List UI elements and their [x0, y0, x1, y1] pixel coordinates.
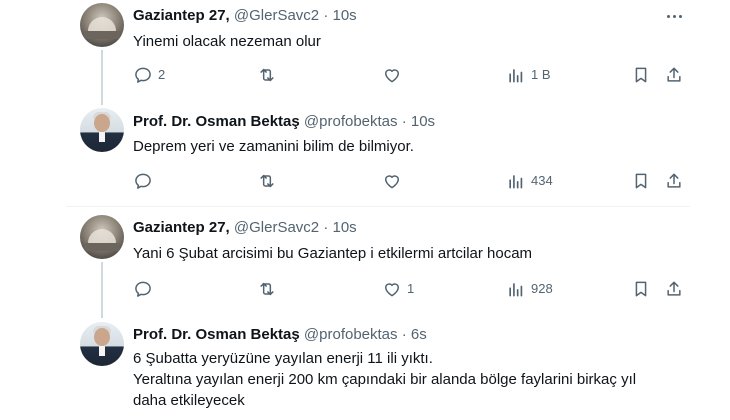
share-button[interactable] — [664, 170, 684, 192]
author-handle[interactable]: @GlerSavc2 — [234, 7, 319, 24]
tweet-text-line: daha etkileyecek — [133, 392, 245, 409]
retweet-icon — [260, 68, 274, 82]
like-button[interactable] — [382, 64, 407, 86]
avatar[interactable] — [80, 322, 124, 366]
tweet-divider — [66, 206, 690, 207]
tweet[interactable]: Gaziantep 27, @GlerSavc2 · 10s Yani 6 Şu… — [0, 210, 690, 318]
tweet[interactable]: Gaziantep 27, @GlerSavc2 · 10s Yinemi ol… — [0, 0, 690, 105]
retweet-icon — [260, 282, 274, 296]
views-button[interactable]: 1 B — [506, 64, 551, 86]
retweet-button[interactable] — [257, 278, 277, 300]
reply-icon — [135, 173, 151, 189]
author-name[interactable]: Prof. Dr. Osman Bektaş — [133, 113, 300, 130]
views-count: 434 — [531, 173, 553, 188]
action-bar: 2 1 B — [0, 64, 690, 86]
separator-dot: · — [401, 326, 407, 343]
timestamp[interactable]: 10s — [332, 219, 356, 236]
views-icon — [509, 283, 523, 297]
share-icon — [667, 67, 681, 82]
share-icon — [667, 173, 681, 188]
timestamp[interactable]: 10s — [332, 7, 356, 24]
share-button[interactable] — [664, 278, 684, 300]
reply-button[interactable] — [133, 278, 158, 300]
timestamp[interactable]: 6s — [411, 326, 427, 343]
tweet-text-line: Deprem yeri ve zamanini bilim de bilmiyo… — [133, 138, 414, 155]
tweet-text-line: Yani 6 Şubat arcisimi bu Gaziantep i etk… — [133, 245, 533, 262]
reply-button[interactable] — [133, 170, 158, 192]
views-icon — [509, 69, 523, 83]
bookmark-icon — [635, 281, 647, 297]
views-button[interactable]: 434 — [506, 170, 553, 192]
timestamp[interactable]: 10s — [411, 113, 435, 130]
separator-dot: · — [323, 219, 329, 236]
views-count: 928 — [531, 281, 553, 296]
author-handle[interactable]: @profobektas — [304, 326, 398, 343]
tweet-header: Prof. Dr. Osman Bektaş @profobektas · 10… — [133, 112, 435, 132]
action-bar: 434 — [0, 170, 690, 192]
author-name[interactable]: Prof. Dr. Osman Bektaş — [133, 326, 300, 343]
retweet-icon — [260, 174, 274, 188]
retweet-button[interactable] — [257, 64, 277, 86]
views-icon — [509, 175, 523, 189]
avatar[interactable] — [80, 108, 124, 152]
more-icon[interactable] — [664, 6, 684, 26]
heart-icon — [385, 69, 399, 83]
reply-button[interactable]: 2 — [133, 64, 165, 86]
views-button[interactable]: 928 — [506, 278, 553, 300]
share-button[interactable] — [664, 64, 684, 86]
bookmark-icon — [635, 173, 647, 189]
separator-dot: · — [323, 7, 329, 24]
tweet-header: Gaziantep 27, @GlerSavc2 · 10s — [133, 6, 357, 26]
reply-count: 2 — [158, 67, 166, 82]
tweet-text-line: Yinemi olacak nezeman olur — [133, 33, 321, 50]
bookmark-icon — [635, 67, 647, 83]
views-count: 1 B — [531, 67, 551, 82]
tweet-header: Gaziantep 27, @GlerSavc2 · 10s — [133, 218, 357, 238]
like-button[interactable]: 1 — [382, 278, 414, 300]
bookmark-button[interactable] — [631, 278, 651, 300]
author-handle[interactable]: @profobektas — [304, 113, 398, 130]
tweet-text-line: 6 Şubatta yeryüzüne yayılan enerji 11 il… — [133, 350, 433, 367]
heart-icon — [385, 175, 399, 189]
tweet-text-line: Yeraltına yayılan enerji 200 km çapındak… — [133, 371, 637, 388]
share-icon — [667, 281, 681, 296]
separator-dot: · — [401, 113, 407, 130]
bookmark-button[interactable] — [631, 64, 651, 86]
author-name[interactable]: Gaziantep 27, — [133, 7, 230, 24]
bookmark-button[interactable] — [631, 170, 651, 192]
avatar[interactable] — [80, 3, 124, 47]
like-button[interactable] — [382, 170, 407, 192]
heart-icon — [385, 283, 399, 297]
reply-icon — [135, 67, 151, 83]
tweet-header: Prof. Dr. Osman Bektaş @profobektas · 6s — [133, 325, 427, 345]
avatar[interactable] — [80, 215, 124, 259]
tweet[interactable]: Prof. Dr. Osman Bektaş @profobektas · 10… — [0, 104, 690, 204]
reply-icon — [135, 281, 151, 297]
action-bar: 1 928 — [0, 278, 690, 300]
author-name[interactable]: Gaziantep 27, — [133, 219, 230, 236]
like-count: 1 — [407, 281, 415, 296]
author-handle[interactable]: @GlerSavc2 — [234, 219, 319, 236]
retweet-button[interactable] — [257, 170, 277, 192]
tweet[interactable]: Prof. Dr. Osman Bektaş @profobektas · 6s… — [0, 318, 690, 420]
